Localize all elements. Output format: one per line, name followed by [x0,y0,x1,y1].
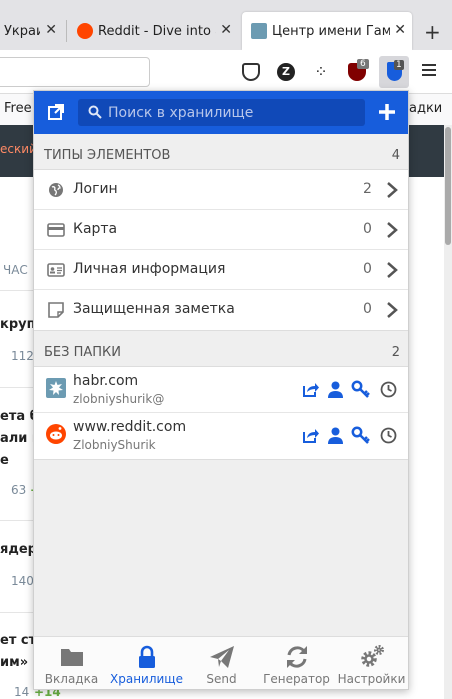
refresh-icon [287,646,307,668]
post-title-fragment[interactable]: ет ст [0,633,36,648]
type-row-card[interactable]: Карта 0 [34,210,408,250]
close-icon[interactable]: ✕ [45,22,57,38]
comment-count: 14 [14,685,30,699]
type-label: Логин [73,181,118,197]
bookmark-item[interactable]: Free [4,101,32,116]
tab-label: Хранилище [110,672,183,686]
browser-tab-active[interactable]: Центр имени Гам ✕ [242,12,412,50]
item-username: zlobniyshurik@ [73,392,165,406]
comment-count: 63 [11,483,27,497]
tab-title: Украи [4,23,40,39]
search-icon [88,105,102,119]
hamburger-menu-icon[interactable] [422,64,436,79]
bookmark-item[interactable]: адки [409,101,442,116]
reddit-icon [77,23,93,39]
section-title: ТИПЫ ЭЛЕМЕНТОВ [44,148,171,163]
id-card-icon [47,263,65,277]
copy-password-icon[interactable] [351,380,370,399]
clock-icon[interactable] [379,426,398,445]
launch-icon[interactable] [301,380,320,399]
types-list: Логин 2 Карта 0 Личная информация 0 Защи… [34,169,408,331]
tab-label: Вкладка [44,672,99,686]
launch-icon[interactable] [301,426,320,445]
z-extension-icon[interactable]: Z [277,63,295,81]
habr-icon [251,23,267,39]
tab-label: Настройки [337,672,406,686]
type-label: Карта [73,221,118,237]
url-bar[interactable] [0,57,150,87]
popup-bottom-nav: Вкладка Хранилище Send Генератор Настрой… [34,636,408,689]
bitwarden-popup: ТИПЫ ЭЛЕМЕНТОВ 4 Логин 2 Карта 0 [33,90,409,690]
copy-username-icon[interactable] [326,426,345,445]
tab-send[interactable]: Send [184,637,259,689]
tab-label: Генератор [263,672,330,686]
vault-item-row[interactable]: www.reddit.com ZlobniyShurik [34,413,408,459]
habr-favicon [46,378,66,398]
tab-generator[interactable]: Генератор [259,637,334,689]
arrows-extension-icon[interactable]: ⁘ [312,63,330,81]
vault-items-list: habr.com zlobniyshurik@ www.reddit.com Z… [34,366,408,460]
section-count: 4 [391,148,400,163]
close-icon[interactable]: ✕ [220,22,232,38]
chevron-right-icon [387,222,398,238]
section-title: БЕЗ ПАПКИ [44,345,121,360]
browser-tab-bar: Украи ✕ Reddit - Dive into a ✕ Центр име… [0,0,452,50]
folder-icon [61,649,83,666]
post-title-fragment[interactable]: е [0,453,9,468]
new-tab-button[interactable]: + [424,20,441,44]
section-count: 2 [391,345,400,360]
lock-icon [139,645,155,668]
type-count: 2 [363,181,372,197]
note-icon [48,302,64,318]
tab-label: Send [206,672,237,686]
copy-username-icon[interactable] [326,380,345,399]
chevron-right-icon [387,302,398,318]
chevron-right-icon [387,262,398,278]
type-row-secure-note[interactable]: Защищенная заметка 0 [34,290,408,330]
clock-icon[interactable] [379,380,398,399]
add-item-icon[interactable] [376,101,398,123]
reddit-favicon [46,424,66,444]
pop-out-icon[interactable] [46,102,66,122]
no-folder-section-header: БЕЗ ПАПКИ 2 [34,335,408,369]
pocket-icon[interactable] [242,63,260,81]
item-name: habr.com [73,373,139,389]
tab-vault[interactable]: Хранилище [109,637,184,689]
tab-separator [66,20,67,42]
type-label: Защищенная заметка [73,301,235,317]
chevron-right-icon [387,182,398,198]
page-scrollbar-thumb[interactable] [445,127,451,245]
type-count: 0 [363,221,372,237]
item-username: ZlobniyShurik [73,438,156,452]
item-name: www.reddit.com [73,419,187,435]
type-label: Личная информация [73,261,226,277]
tab-settings[interactable]: Настройки [334,637,408,689]
type-count: 0 [363,301,372,317]
popup-header [34,91,408,134]
gears-icon [361,645,384,667]
comment-count: 140 [11,574,34,588]
type-row-login[interactable]: Логин 2 [34,170,408,210]
ublock-badge: 6 [357,59,369,69]
browser-tab[interactable]: Reddit - Dive into a ✕ [68,12,238,50]
credit-card-icon [47,223,65,237]
page-header-text: еский [0,142,37,156]
types-section-header: ТИПЫ ЭЛЕМЕНТОВ 4 [34,138,408,172]
globe-icon [49,183,63,197]
tab-current-tab[interactable]: Вкладка [34,637,109,689]
column-header: ЧАС [3,263,28,277]
bitwarden-badge: 1 [394,60,404,70]
search-input[interactable] [108,102,358,123]
browser-tab[interactable]: Украи ✕ [0,12,63,50]
copy-password-icon[interactable] [351,426,370,445]
comment-count: 112 [11,349,34,363]
paper-plane-icon [210,646,234,668]
type-count: 0 [363,261,372,277]
vault-item-row[interactable]: habr.com zlobniyshurik@ [34,367,408,413]
search-box[interactable] [78,99,365,126]
close-icon[interactable]: ✕ [394,22,406,38]
type-row-identity[interactable]: Личная информация 0 [34,250,408,290]
